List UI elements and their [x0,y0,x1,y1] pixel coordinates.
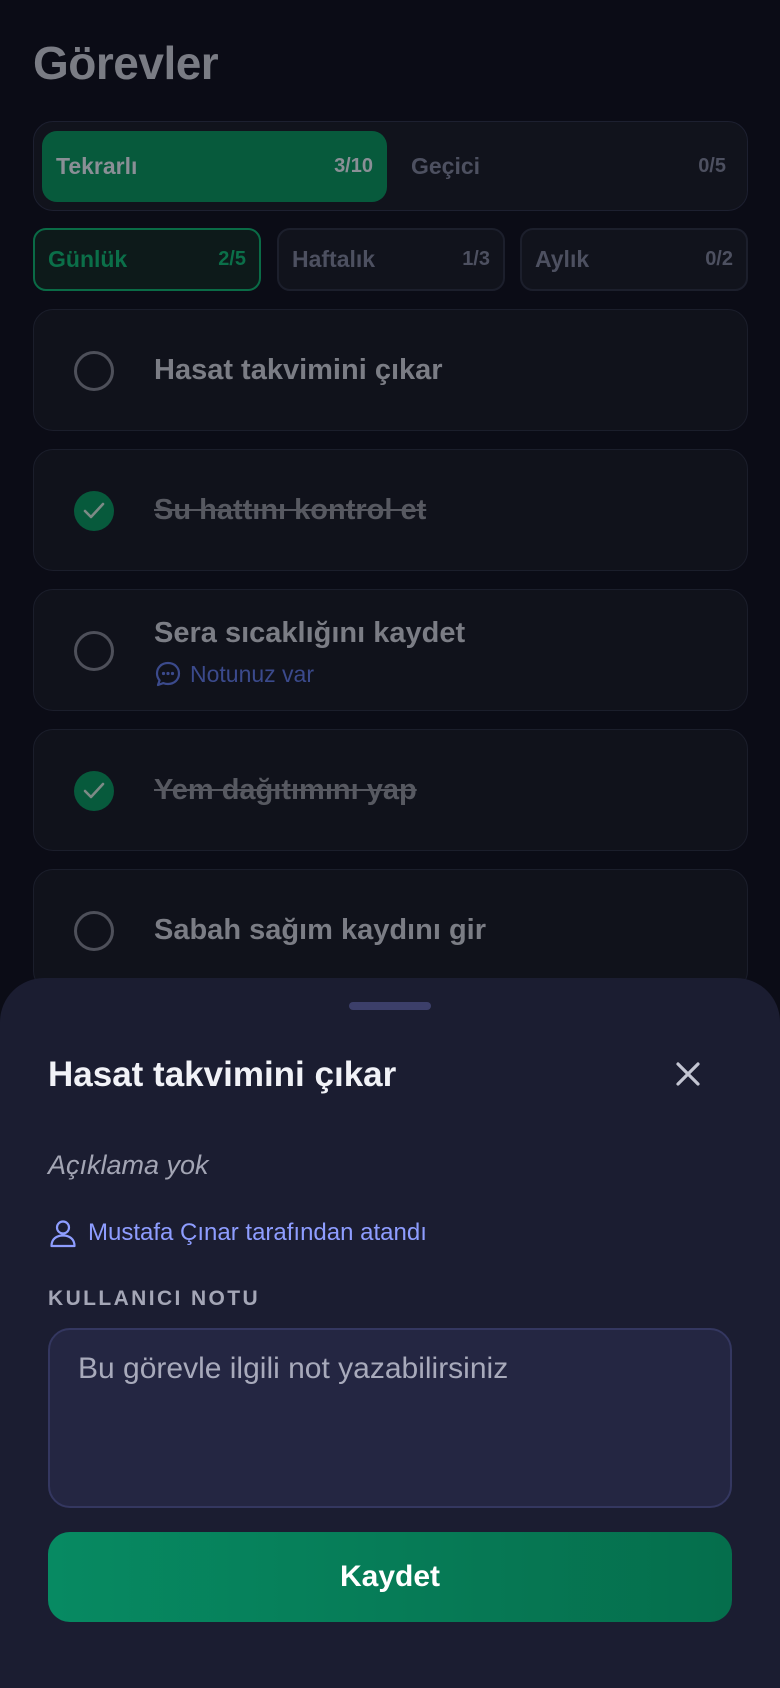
sheet-drag-handle[interactable] [349,1002,431,1010]
task-card[interactable]: Sabah sağım kaydını gir [33,869,748,991]
period-tab-daily[interactable]: Günlük 2/5 [33,228,261,291]
segment-recurring[interactable]: Tekrarlı 3/10 [42,131,387,202]
tasks-page: Görevler Tekrarlı 3/10 Geçici 0/5 Günlük… [0,0,780,1688]
task-title: Sabah sağım kaydını gir [154,914,486,946]
segment-temporary[interactable]: Geçici 0/5 [397,131,740,202]
period-label: Aylık [535,246,590,272]
period-label: Günlük [48,246,128,272]
task-title: Hasat takvimini çıkar [154,354,443,386]
segment-label: Geçici [411,153,481,179]
task-checkbox[interactable] [74,911,114,951]
task-note-indicator: Notunuz var [154,660,314,688]
segment-label: Tekrarlı [56,153,138,179]
task-description: Açıklama yok [48,1150,209,1180]
sheet-title: Hasat takvimini çıkar [48,1055,397,1094]
period-label: Haftalık [292,246,376,272]
assigned-by: Mustafa Çınar tarafından atandı [48,1218,427,1248]
period-count: 2/5 [218,248,246,270]
task-card[interactable]: Yem dağıtımını yap [33,729,748,851]
comment-icon [155,661,181,687]
task-note-label: Notunuz var [190,660,315,687]
user-note-input[interactable] [48,1328,732,1508]
task-card[interactable]: Su hattını kontrol et [33,449,748,571]
task-card[interactable]: Hasat takvimini çıkar [33,309,748,431]
task-detail-sheet: Hasat takvimini çıkar Açıklama yok Musta… [0,978,780,1688]
task-title: Sera sıcaklığını kaydet [154,617,466,649]
task-title: Su hattını kontrol et [154,494,427,526]
period-count: 0/2 [705,248,733,270]
segment-count: 3/10 [334,155,373,177]
task-checkbox[interactable] [74,491,114,531]
check-icon [83,502,105,519]
task-type-segmented-control: Tekrarlı 3/10 Geçici 0/5 [33,121,748,211]
page-title: Görevler [33,37,219,89]
close-button[interactable] [664,1050,712,1098]
task-title: Yem dağıtımını yap [154,774,417,806]
save-button[interactable]: Kaydet [48,1532,732,1622]
task-checkbox[interactable] [74,631,114,671]
task-checkbox[interactable] [74,351,114,391]
task-checkbox[interactable] [74,771,114,811]
period-tab-monthly[interactable]: Aylık 0/2 [520,228,748,291]
close-icon [676,1062,700,1086]
note-section-label: KULLANICI NOTU [48,1287,261,1310]
period-count: 1/3 [462,248,490,270]
assigned-by-label: Mustafa Çınar tarafından atandı [88,1219,427,1246]
user-icon [50,1220,76,1248]
task-card[interactable]: Sera sıcaklığını kaydet Notunuz var [33,589,748,711]
check-icon [83,782,105,799]
period-tab-weekly[interactable]: Haftalık 1/3 [277,228,505,291]
segment-count: 0/5 [698,155,726,177]
